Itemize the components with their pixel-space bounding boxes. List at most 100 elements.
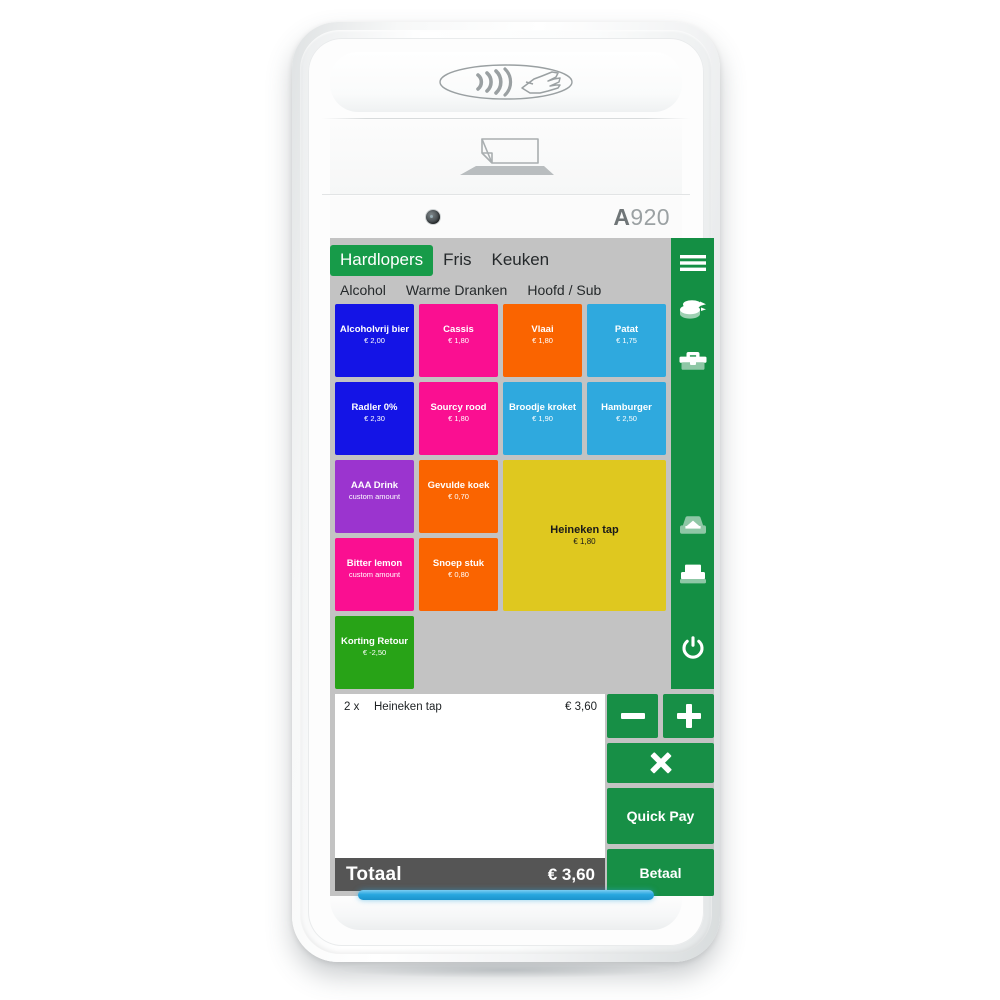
product-tile[interactable]: Snoep stuk € 0,80 xyxy=(419,538,498,611)
product-tile-inner: Alcoholvrij bier € 2,00 xyxy=(340,324,409,346)
product-tile-inner: Bitter lemon custom amount xyxy=(347,558,402,580)
product-tile[interactable]: Gevulde koek € 0,70 xyxy=(419,460,498,533)
camera-icon xyxy=(426,210,440,224)
product-tile[interactable]: AAA Drink custom amount xyxy=(335,460,414,533)
device-model-prefix: A xyxy=(613,204,631,230)
product-price: custom amount xyxy=(348,491,401,501)
product-tile[interactable]: Broodje kroket € 1,90 xyxy=(503,382,582,455)
delete-line-button[interactable] xyxy=(607,743,714,783)
product-price: € 1,75 xyxy=(616,335,637,345)
sidebar-item-printer[interactable] xyxy=(671,549,714,599)
pos-terminal-device: A920 Hardlopers Fris Keuken Alcohol Warme D… xyxy=(292,22,720,978)
product-tile[interactable]: Hamburger € 2,50 xyxy=(587,382,666,455)
product-tile[interactable]: Bitter lemon custom amount xyxy=(335,538,414,611)
total-amount: € 3,60 xyxy=(547,864,595,884)
product-tile-inner: Gevulde koek € 0,70 xyxy=(428,480,490,502)
sidebar-item-drawer[interactable] xyxy=(671,500,714,550)
contactless-zone xyxy=(330,52,682,112)
product-tile-inner: Heineken tap € 1,80 xyxy=(550,524,618,547)
touchscreen[interactable]: Hardlopers Fris Keuken Alcohol Warme Dranke… xyxy=(330,238,714,896)
status-led xyxy=(358,890,654,900)
decrement-button[interactable] xyxy=(607,694,658,738)
product-tile-inner: AAA Drink custom amount xyxy=(349,480,400,502)
product-tile-inner: Radler 0% € 2,30 xyxy=(352,402,398,424)
product-name: Snoep stuk xyxy=(432,557,485,569)
product-price: € 1,80 xyxy=(573,536,596,546)
sidebar-item-cash[interactable] xyxy=(671,284,714,334)
subtab-warme-dranken[interactable]: Warme Dranken xyxy=(396,282,517,298)
secondary-tab-row: Alcohol Warme Dranken Hoofd / Sub xyxy=(330,278,611,302)
betaal-label: Betaal xyxy=(639,864,682,881)
product-tile-inner: Snoep stuk € 0,80 xyxy=(433,558,484,580)
product-name: Broodje kroket xyxy=(508,401,577,413)
cart-line-list[interactable]: 2 x Heineken tap € 3,60 xyxy=(335,694,605,858)
product-tile-inner: Hamburger € 2,50 xyxy=(601,402,652,424)
product-price: custom amount xyxy=(348,569,401,579)
cart-line-qty: 2 x xyxy=(344,701,360,713)
device-model-suffix: 920 xyxy=(630,204,670,230)
product-name: Bitter lemon xyxy=(346,557,403,569)
hamburger-menu-icon xyxy=(679,255,706,271)
product-grid: Alcoholvrij bier € 2,00 Cassis € 1,80 Vlaai €… xyxy=(335,304,666,689)
increment-button[interactable] xyxy=(663,694,714,738)
device-chin xyxy=(330,890,682,930)
product-price: € 2,50 xyxy=(616,413,637,423)
product-name: Vlaai xyxy=(531,323,554,335)
tab-hardlopers[interactable]: Hardlopers xyxy=(330,244,434,276)
cash-drawer-icon xyxy=(679,516,706,534)
power-icon xyxy=(681,636,704,659)
paper-roll-icon xyxy=(460,138,554,175)
device-model-label: A920 xyxy=(613,204,670,231)
action-sidebar xyxy=(671,238,714,689)
product-tile[interactable]: Vlaai € 1,80 xyxy=(503,304,582,377)
product-name: Patat xyxy=(614,323,639,335)
cart-line-amount: € 3,60 xyxy=(565,701,597,713)
product-tile[interactable]: Cassis € 1,80 xyxy=(419,304,498,377)
tab-keuken[interactable]: Keuken xyxy=(481,250,559,270)
subtab-hoofd-sub[interactable]: Hoofd / Sub xyxy=(517,282,611,298)
product-name: Alcoholvrij bier xyxy=(339,323,410,335)
quick-pay-label: Quick Pay xyxy=(626,808,695,824)
product-tile[interactable]: Korting Retour € -2,50 xyxy=(335,616,414,689)
product-tile-inner: Broodje kroket € 1,90 xyxy=(509,402,576,424)
product-price: € -2,50 xyxy=(362,647,387,657)
device-seam xyxy=(322,118,690,119)
toolbox-icon xyxy=(679,352,706,370)
sidebar-item-power[interactable] xyxy=(671,623,714,673)
product-tile[interactable]: Radler 0% € 2,30 xyxy=(335,382,414,455)
product-name: Gevulde koek xyxy=(427,479,490,491)
close-x-icon xyxy=(649,752,672,774)
product-tile[interactable]: Alcoholvrij bier € 2,00 xyxy=(335,304,414,377)
tab-fris[interactable]: Fris xyxy=(433,250,481,270)
minus-icon xyxy=(620,713,645,719)
screen-bezel: A920 xyxy=(330,196,682,238)
product-name: Sourcy rood xyxy=(430,401,487,413)
product-name: AAA Drink xyxy=(350,479,399,491)
printer-bay xyxy=(330,120,682,194)
device-shadow xyxy=(341,962,671,978)
printer-icon xyxy=(679,564,706,584)
sidebar-item-tools[interactable] xyxy=(671,336,714,386)
subtab-alcohol[interactable]: Alcohol xyxy=(330,282,396,298)
device-shell-inner: A920 Hardlopers Fris Keuken Alcohol Warme D… xyxy=(308,38,714,946)
product-tile[interactable]: Heineken tap € 1,80 xyxy=(503,460,666,611)
primary-tab-row: Hardlopers Fris Keuken xyxy=(330,244,559,276)
plus-icon xyxy=(676,704,701,728)
quick-pay-button[interactable]: Quick Pay xyxy=(607,788,714,844)
product-tile[interactable]: Sourcy rood € 1,80 xyxy=(419,382,498,455)
product-price: € 2,30 xyxy=(364,413,385,423)
cart-panel: 2 x Heineken tap € 3,60 Totaal € 3,60 xyxy=(335,694,605,891)
coins-icon xyxy=(679,300,706,319)
action-button-column: Quick Pay Betaal xyxy=(607,694,714,896)
product-tile[interactable]: Patat € 1,75 xyxy=(587,304,666,377)
betaal-button[interactable]: Betaal xyxy=(607,849,714,896)
category-tabbar: Hardlopers Fris Keuken Alcohol Warme Dranke… xyxy=(330,238,671,304)
product-price: € 1,80 xyxy=(532,335,553,345)
cart-line-item[interactable]: 2 x Heineken tap € 3,60 xyxy=(335,694,605,720)
cart-line-description: Heineken tap xyxy=(374,701,442,713)
product-tile-inner: Korting Retour € -2,50 xyxy=(341,636,408,658)
product-tile-inner: Sourcy rood € 1,80 xyxy=(431,402,487,424)
product-tile-inner: Cassis € 1,80 xyxy=(443,324,474,346)
sidebar-item-menu[interactable] xyxy=(671,238,714,288)
product-name: Hamburger xyxy=(601,401,652,413)
